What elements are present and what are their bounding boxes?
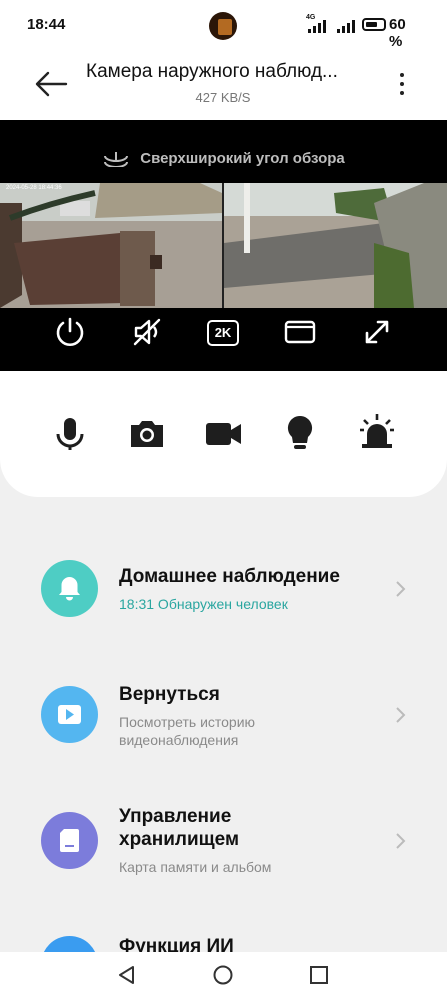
signal-strength-icon: [308, 20, 326, 33]
battery-icon: [362, 18, 386, 31]
camera-timestamp: 2024-05-28 18:44:36: [6, 185, 62, 191]
menu-title-line1: Управление: [119, 806, 232, 827]
notification-app-icon: [209, 12, 237, 40]
nav-recents-icon[interactable]: [308, 964, 330, 986]
system-navigation-bar: [0, 952, 447, 1000]
alarm-siren-icon[interactable]: [357, 410, 397, 456]
menu-title: Функция ИИ: [119, 936, 234, 952]
wide-angle-icon: [104, 152, 129, 168]
menu-subtitle-line2: видеонаблюдения: [119, 732, 239, 748]
nav-home-icon[interactable]: [212, 964, 234, 986]
chevron-right-icon: [396, 833, 406, 849]
resolution-2k-button[interactable]: 2K: [206, 315, 240, 349]
sd-card-icon: [60, 829, 79, 852]
bell-icon-circle: [41, 560, 98, 617]
light-bulb-icon[interactable]: [280, 410, 320, 456]
camera-image: 2024-05-28 18:44:36: [0, 183, 447, 308]
mute-icon[interactable]: [130, 315, 164, 349]
play-icon-circle: [41, 686, 98, 743]
bitrate-label: 427 KB/S: [195, 90, 251, 105]
signal-strength-sim2-icon: [337, 20, 355, 33]
menu-subtitle-line1: Посмотреть историю: [119, 714, 256, 730]
fullscreen-icon[interactable]: [360, 315, 394, 349]
resolution-label: 2K: [207, 320, 239, 346]
chevron-right-icon: [396, 707, 406, 723]
top-panel: 18:44 4G 60 % Камера наружного наблюд...…: [0, 0, 447, 497]
camera-icon[interactable]: [127, 410, 167, 456]
power-icon[interactable]: [53, 315, 87, 349]
wide-angle-label: Сверхширокий угол обзора: [0, 150, 447, 168]
screen-layout-icon[interactable]: [283, 315, 317, 349]
menu-playback[interactable]: Вернуться Посмотреть историю видеонаблюд…: [0, 684, 447, 748]
menu-storage-management[interactable]: Управление хранилищем Карта памяти и аль…: [0, 806, 447, 875]
microphone-icon[interactable]: [50, 410, 90, 456]
video-record-icon[interactable]: [204, 410, 244, 456]
menu-ai-function[interactable]: Функция ИИ: [0, 934, 447, 952]
bell-icon: [59, 577, 80, 601]
more-options-icon[interactable]: [392, 70, 412, 100]
action-bar: [0, 410, 447, 460]
camera-controls: 2K: [0, 311, 447, 351]
menu-title: Домашнее наблюдение: [119, 566, 340, 587]
wide-angle-text: Сверхширокий угол обзора: [140, 150, 345, 167]
ai-icon: [41, 936, 98, 952]
back-arrow-icon[interactable]: [30, 68, 70, 100]
app-header: Камера наружного наблюд... 427 KB/S: [0, 52, 447, 118]
menu-title-line2: хранилищем: [119, 829, 240, 850]
chevron-right-icon: [396, 581, 406, 597]
menu-home-surveillance[interactable]: Домашнее наблюдение 18:31 Обнаружен чело…: [0, 560, 447, 620]
nav-back-icon[interactable]: [116, 964, 138, 986]
camera-right-view: [224, 183, 447, 308]
camera-live-view[interactable]: Сверхширокий угол обзора 2024-05-28 18:4…: [0, 120, 447, 371]
battery-percent: 60 %: [389, 16, 406, 50]
play-icon: [58, 705, 81, 724]
status-bar: 18:44 4G 60 %: [0, 0, 447, 52]
camera-left-view: 2024-05-28 18:44:36: [0, 183, 222, 308]
menu-subtitle: Карта памяти и альбом: [119, 859, 272, 875]
menu-title: Вернуться: [119, 684, 220, 705]
menu-subtitle: 18:31 Обнаружен человек: [119, 596, 288, 612]
page-title: Камера наружного наблюд...: [86, 61, 338, 82]
status-time: 18:44: [27, 16, 66, 33]
sd-card-icon-circle: [41, 812, 98, 869]
